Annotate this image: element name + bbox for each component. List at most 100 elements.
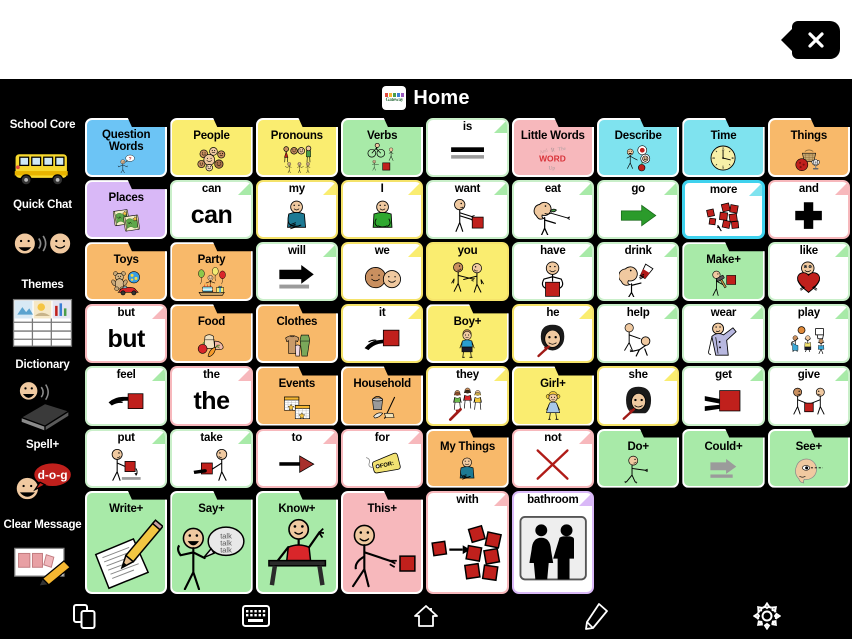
red-x-icon — [514, 445, 592, 486]
person-this-icon — [343, 516, 421, 592]
grid-cell-my-things[interactable]: My Things — [426, 428, 509, 488]
grid-cell-pronouns[interactable]: Pronouns — [255, 118, 338, 178]
grid-cell-could-plus[interactable]: Could+ — [682, 428, 765, 488]
grid-cell-for[interactable]: for FOR: — [341, 428, 424, 488]
grid-cell-is[interactable]: is — [426, 118, 509, 178]
grid-cell-eat[interactable]: eat — [511, 180, 594, 240]
grid-cell-events[interactable]: Events — [255, 366, 338, 426]
grid-cell-can[interactable]: can can — [170, 180, 253, 240]
sidebar-item-themes[interactable]: Themes — [0, 277, 85, 357]
girl-icon — [514, 391, 592, 423]
grid-cell-get[interactable]: get — [682, 366, 765, 426]
sidebar-item-quick-chat[interactable]: Quick Chat — [0, 197, 85, 277]
grid-cell-we[interactable]: we — [341, 242, 424, 302]
grid-cell-with[interactable]: with — [426, 490, 509, 594]
grid-cell-question-words[interactable]: Question Words? — [85, 118, 168, 178]
sidebar-item-spell[interactable]: Spell+ d-o-g — [0, 437, 85, 517]
grid-cell-my[interactable]: my — [255, 180, 338, 240]
grid-cell-girl-plus[interactable]: Girl+ — [511, 366, 594, 426]
grid-cell-it[interactable]: it — [341, 304, 424, 364]
grid-cell-have[interactable]: have — [511, 242, 594, 302]
grid-cell-help[interactable]: help — [597, 304, 680, 364]
cell-label: Girl+ — [540, 378, 566, 391]
home-button[interactable] — [341, 597, 511, 639]
corner-marker — [835, 368, 848, 382]
grid-cell-this-plus[interactable]: This+ — [341, 490, 424, 594]
grid-cell-household[interactable]: Household — [341, 366, 424, 426]
pages-button[interactable] — [0, 597, 170, 639]
grid-cell-boy-plus[interactable]: Boy+ — [426, 304, 509, 364]
person-take-icon — [172, 445, 250, 486]
grid-cell-give[interactable]: give — [767, 366, 850, 426]
grid-cell-describe[interactable]: Describe — [597, 118, 680, 178]
party-icon — [172, 267, 250, 299]
grid-cell-more[interactable]: more — [682, 180, 765, 240]
corner-marker — [579, 430, 592, 444]
close-button[interactable] — [792, 21, 840, 59]
svg-text:The: The — [557, 146, 566, 153]
sidebar-item-label: Clear Message — [3, 519, 82, 531]
plus-cross-icon — [770, 196, 848, 237]
grid-cell-see-plus[interactable]: See+ — [767, 428, 850, 488]
play-basketball-icon — [770, 320, 848, 361]
sidebar-item-school-core[interactable]: School Core — [0, 117, 85, 197]
grid-cell-say-plus[interactable]: Say+ talk talk talk — [170, 490, 253, 594]
basket-ball-icon — [770, 143, 848, 175]
grid-cell-make-plus[interactable]: Make+ — [682, 242, 765, 302]
grid-cell-little-words[interactable]: Little Words And It The WORD Up — [511, 118, 594, 178]
grid-cell-they[interactable]: they — [426, 366, 509, 426]
grid-cell-but[interactable]: but but — [85, 304, 168, 364]
grid-cell-know-plus[interactable]: Know+ — [255, 490, 338, 594]
sidebar-item-clear-message[interactable]: Clear Message — [0, 517, 85, 597]
grid-cell-things[interactable]: Things — [767, 118, 850, 178]
grid-cell-feel[interactable]: feel — [85, 366, 168, 426]
grid-cell-go[interactable]: go — [597, 180, 680, 240]
page-header: Gateway Home — [0, 79, 852, 117]
grid-cell-wear[interactable]: wear — [682, 304, 765, 364]
grid-cell-not[interactable]: not — [511, 428, 594, 488]
grid-cell-time[interactable]: Time 12 3 6 9 — [682, 118, 765, 178]
cell-label: Know+ — [278, 502, 316, 515]
grid-cell-clothes[interactable]: Clothes — [255, 304, 338, 364]
grid-cell-take[interactable]: take — [170, 428, 253, 488]
grid-cell-play[interactable]: play — [767, 304, 850, 364]
grid-cell-party[interactable]: Party — [170, 242, 253, 302]
grid-cell-places[interactable]: Places — [85, 180, 168, 240]
cell-label: Clothes — [276, 316, 318, 329]
grid-cell-he[interactable]: he — [511, 304, 594, 364]
hands-grab-block-icon — [684, 382, 762, 423]
corner-marker — [408, 430, 422, 444]
grid-cell-and[interactable]: and — [767, 180, 850, 240]
grid-cell-to[interactable]: to — [255, 428, 338, 488]
big-word-text: the — [193, 387, 230, 416]
grid-cell-want[interactable]: want — [426, 180, 509, 240]
corner-marker — [664, 182, 678, 196]
sidebar-item-dictionary[interactable]: Dictionary — [0, 357, 85, 437]
grid-cell-food[interactable]: Food — [170, 304, 253, 364]
equals-bars-icon — [428, 134, 506, 175]
grid-cell-put[interactable]: put — [85, 428, 168, 488]
grid-cell-drink[interactable]: drink — [597, 242, 680, 302]
grid-cell-like[interactable]: like — [767, 242, 850, 302]
edit-button[interactable] — [511, 597, 681, 639]
grid-cell-i[interactable]: I — [341, 180, 424, 240]
grid-cell-she[interactable]: she — [597, 366, 680, 426]
page-title: Home — [413, 86, 470, 109]
grid-cell-will[interactable]: will — [255, 242, 338, 302]
grid-cell-people[interactable]: People — [170, 118, 253, 178]
grid-cell-write-plus[interactable]: Write+ — [85, 490, 168, 594]
with-blocks-icon — [428, 507, 506, 592]
grid-cell-the[interactable]: the the — [170, 366, 253, 426]
grid-cell-verbs[interactable]: Verbs — [341, 118, 424, 178]
settings-button[interactable] — [682, 597, 852, 639]
grid-cell-you[interactable]: you — [426, 242, 509, 302]
grid-cell-do-plus[interactable]: Do+ — [597, 428, 680, 488]
cell-label: Little Words — [520, 130, 585, 142]
corner-marker — [579, 244, 592, 258]
corner-marker — [323, 182, 336, 196]
keyboard-button[interactable] — [170, 597, 340, 639]
people-pointing-icon — [258, 143, 336, 175]
grid-cell-bathroom[interactable]: bathroom — [511, 490, 594, 594]
grid-cell-toys[interactable]: Toys — [85, 242, 168, 302]
person-say-icon: talk talk talk — [172, 516, 250, 592]
